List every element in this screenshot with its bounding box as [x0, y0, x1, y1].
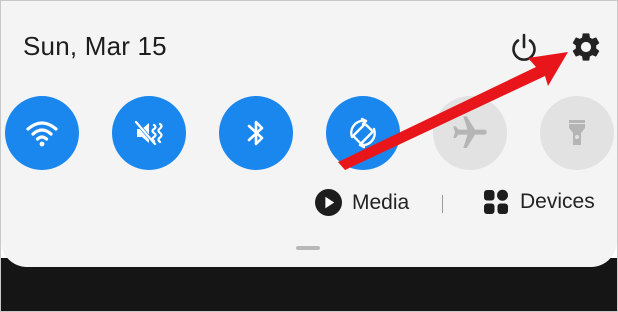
- power-icon[interactable]: [507, 31, 541, 65]
- sound-mute-icon: [134, 120, 163, 146]
- bluetooth-icon: [247, 120, 264, 146]
- media-button[interactable]: Media: [315, 189, 409, 216]
- airplane-tile[interactable]: [433, 96, 507, 170]
- wifi-icon: [26, 121, 58, 147]
- airplane-icon: [453, 116, 487, 148]
- devices-label: Devices: [520, 190, 595, 213]
- date-label: Sun, Mar 15: [23, 31, 167, 61]
- bluetooth-tile[interactable]: [219, 96, 293, 170]
- divider: [442, 195, 443, 213]
- gear-icon[interactable]: [569, 30, 603, 64]
- devices-grid-icon: [484, 189, 508, 214]
- auto-rotate-icon: [350, 117, 376, 149]
- devices-button[interactable]: Devices: [483, 189, 595, 215]
- play-icon: [315, 189, 342, 216]
- sound-tile[interactable]: [112, 96, 186, 170]
- flashlight-icon: [569, 120, 585, 145]
- quick-settings-panel: Sun, Mar 15 Media Devices: [1, 1, 617, 267]
- wifi-tile[interactable]: [5, 96, 79, 170]
- drag-handle[interactable]: [296, 246, 320, 250]
- auto-rotate-tile[interactable]: [326, 96, 400, 170]
- media-label: Media: [352, 190, 410, 214]
- flashlight-tile[interactable]: [540, 96, 614, 170]
